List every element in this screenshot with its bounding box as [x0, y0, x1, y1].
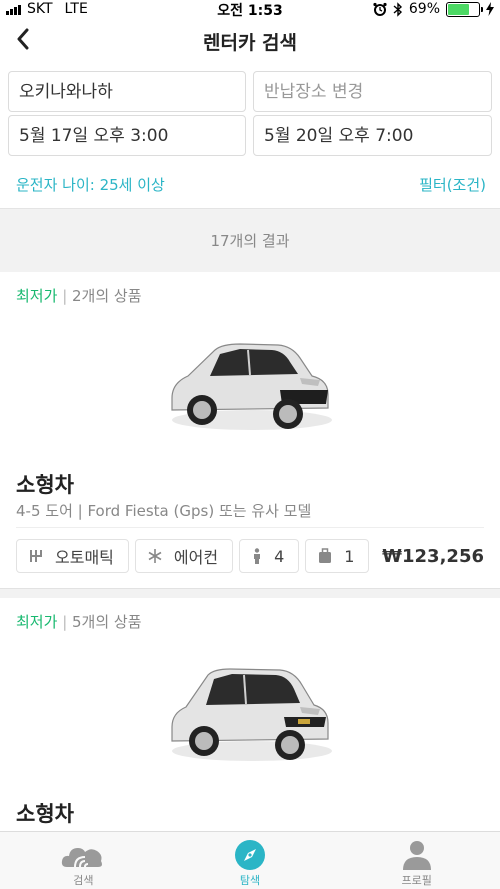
snowflake-icon: [148, 549, 162, 563]
cloud-icon: [62, 848, 103, 868]
seats-count: 4: [274, 546, 285, 566]
transmission-label: 오토매틱: [55, 548, 114, 567]
offer-count: 5개의 상품: [72, 613, 142, 631]
price: ₩123,256: [382, 546, 484, 567]
tab-search[interactable]: 검색: [0, 832, 167, 889]
tab-profile[interactable]: 프로필: [333, 832, 500, 889]
pickup-datetime-field[interactable]: 5월 17일 오후 3:00: [8, 115, 246, 156]
return-location-field[interactable]: 반납장소 변경: [253, 71, 492, 112]
aircon-label: 에어컨: [173, 548, 219, 567]
card-header: 최저가 | 5개의 상품: [16, 613, 142, 631]
car-description: 4-5 도어 | Ford Fiesta (Gps) 또는 유사 모델: [16, 502, 312, 520]
car-image: [171, 668, 332, 761]
transmission-chip: 오토매틱: [16, 539, 129, 573]
pickup-location-field[interactable]: 오키나와나하: [8, 71, 246, 112]
car-result-card[interactable]: 최저가 | 5개의 상품 소형차: [0, 599, 500, 831]
car-type: 소형차: [16, 473, 74, 497]
compass-icon: [235, 840, 265, 870]
seats-chip: 4: [239, 539, 300, 573]
person-icon: [254, 548, 261, 564]
tab-label: 프로필: [401, 874, 432, 887]
luggage-chip: 1: [305, 539, 370, 573]
car-result-card[interactable]: 최저가 | 2개의 상품 소형차 4-5 도어 | Ford Fiesta (G…: [0, 273, 500, 588]
results-count: 17개의 결과: [0, 208, 500, 272]
aircon-chip: 에어컨: [134, 539, 234, 573]
bluetooth-icon: [393, 1, 402, 17]
nav-header: 렌터카 검색: [0, 18, 500, 64]
status-bar: SKT LTE 오전 1:53 69%: [0, 0, 500, 19]
card-separator: [0, 588, 500, 598]
battery-percent: 69%: [408, 1, 440, 17]
luggage-icon: [319, 548, 332, 563]
status-right: 69%: [373, 1, 494, 17]
page-title: 렌터카 검색: [202, 32, 297, 54]
person-icon: [402, 841, 431, 870]
tab-label: 탐색: [239, 874, 261, 887]
offer-count: 2개의 상품: [72, 287, 142, 305]
battery-icon: [446, 1, 483, 17]
search-options: 운전자 나이: 25세 이상 필터(조건): [16, 174, 486, 194]
card-divider: [16, 527, 484, 528]
driver-age-link[interactable]: 운전자 나이: 25세 이상: [16, 176, 165, 194]
car-image: [171, 343, 332, 430]
lowest-price-badge: 최저가: [16, 287, 58, 305]
charging-icon: [486, 2, 494, 16]
luggage-count: 1: [344, 546, 355, 566]
car-type: 소형차: [16, 802, 74, 826]
gearshift-icon: [30, 550, 42, 562]
card-header: 최저가 | 2개의 상품: [16, 287, 142, 305]
battery-fill: [448, 3, 469, 15]
tab-bar: 검색 탐색 프로필: [0, 831, 500, 889]
alarm-icon: [373, 2, 387, 16]
tab-label: 검색: [73, 874, 94, 887]
tab-explore[interactable]: 탐색: [167, 832, 334, 889]
lowest-price-badge: 최저가: [16, 613, 58, 631]
car-features: 오토매틱 에어컨 4 1: [16, 539, 370, 573]
filter-link[interactable]: 필터(조건): [419, 174, 486, 195]
return-datetime-field[interactable]: 5월 20일 오후 7:00: [253, 115, 492, 156]
